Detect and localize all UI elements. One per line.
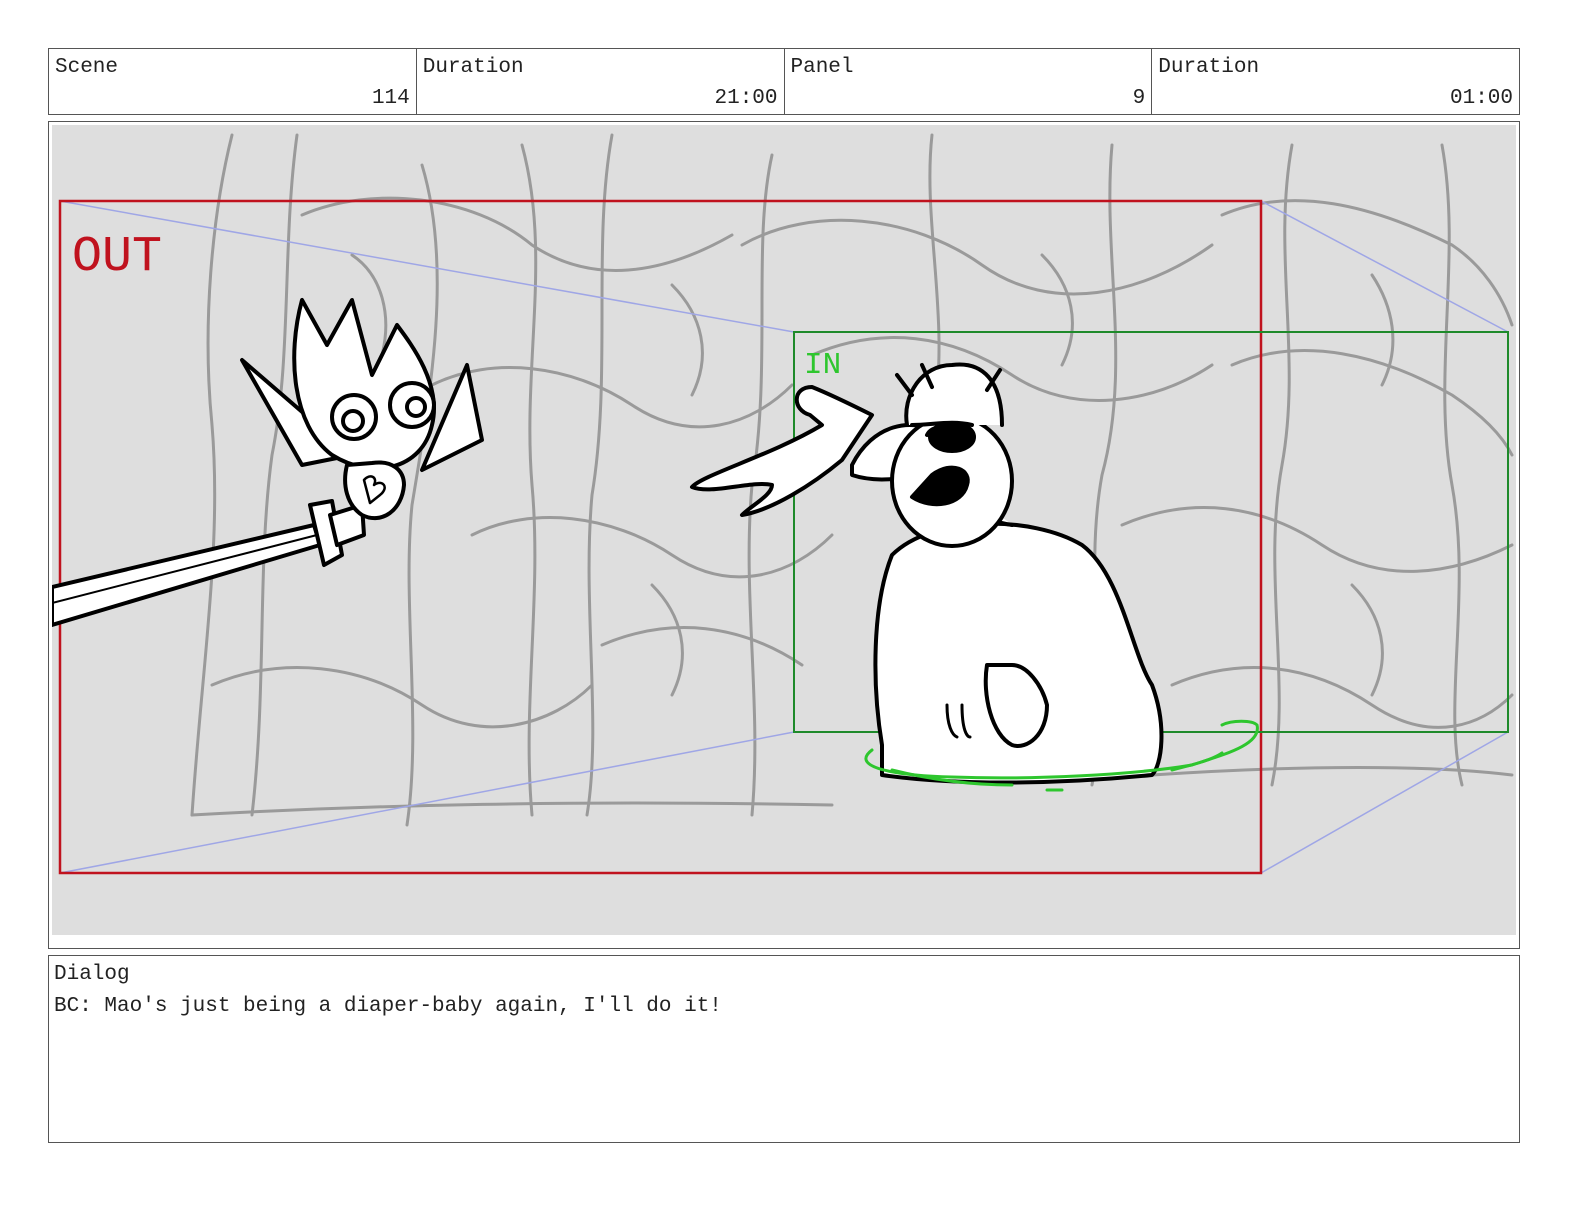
panel-header: Scene 114 Duration 21:00 Panel 9 Duratio… (48, 48, 1520, 115)
scene-value: 114 (371, 87, 410, 110)
scene-duration-cell: Duration 21:00 (417, 49, 785, 114)
panel-label: Panel (790, 56, 854, 79)
scene-label: Scene (55, 56, 119, 79)
scene-duration-label: Duration (422, 56, 524, 79)
panel-duration-cell: Duration 01:00 (1152, 49, 1519, 114)
scene-duration-value: 21:00 (714, 87, 778, 110)
dialog-label: Dialog (54, 963, 130, 986)
out-label: OUT (72, 229, 162, 286)
dialog-box: Dialog BC: Mao's just being a diaper-bab… (48, 955, 1520, 1143)
dialog-text: BC: Mao's just being a diaper-baby again… (54, 995, 722, 1018)
storyboard-panel: OUT IN (48, 121, 1520, 949)
panel-cell: Panel 9 (785, 49, 1153, 114)
panel-duration-label: Duration (1158, 56, 1260, 79)
storyboard-drawing: OUT IN (52, 125, 1516, 935)
scene-cell: Scene 114 (49, 49, 417, 114)
in-label: IN (804, 348, 841, 383)
panel-duration-value: 01:00 (1449, 87, 1513, 110)
panel-number: 9 (1132, 87, 1146, 110)
